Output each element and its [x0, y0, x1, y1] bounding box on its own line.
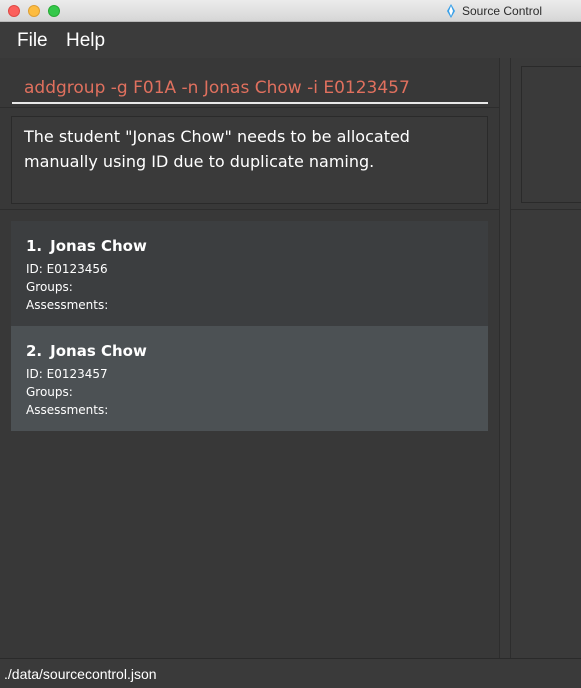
student-name: Jonas Chow	[50, 237, 147, 255]
student-index: 1.	[26, 237, 43, 255]
student-groups: Groups:	[26, 385, 73, 399]
student-list: 1. Jonas Chow ID: E0123456 Groups: Assess…	[0, 210, 500, 658]
main-pane: The student "Jonas Chow" needs to be all…	[0, 58, 500, 658]
student-card-selected[interactable]: 2. Jonas Chow ID: E0123457 Groups: Assess…	[11, 326, 488, 431]
split-pane-divider[interactable]	[500, 58, 510, 658]
window-title: Source Control	[446, 3, 542, 19]
window-title-text: Source Control	[462, 4, 543, 18]
status-bar: ./data/sourcecontrol.json	[0, 658, 581, 688]
close-window-button[interactable]	[8, 5, 20, 17]
menu-file[interactable]: File	[17, 30, 48, 52]
student-name: Jonas Chow	[50, 342, 147, 360]
menu-help[interactable]: Help	[66, 30, 105, 52]
menu-bar: File Help	[0, 22, 581, 58]
student-id: ID: E0123456	[26, 262, 108, 276]
side-panel-box	[521, 66, 581, 203]
side-panel-top	[511, 58, 581, 210]
student-card-title: 1. Jonas Chow	[26, 236, 488, 256]
student-index: 2.	[26, 342, 43, 360]
student-card[interactable]: 1. Jonas Chow ID: E0123456 Groups: Assess…	[11, 221, 488, 326]
result-message: The student "Jonas Chow" needs to be all…	[24, 127, 410, 171]
title-bar: Source Control	[0, 0, 581, 22]
student-id: ID: E0123457	[26, 367, 108, 381]
student-assessments: Assessments:	[26, 298, 109, 312]
result-display-container: The student "Jonas Chow" needs to be all…	[0, 108, 500, 210]
save-location: ./data/sourcecontrol.json	[4, 666, 157, 682]
zoom-window-button[interactable]	[48, 5, 60, 17]
student-groups: Groups:	[26, 280, 73, 294]
command-input[interactable]	[12, 62, 488, 104]
result-display: The student "Jonas Chow" needs to be all…	[11, 116, 488, 204]
minimize-window-button[interactable]	[28, 5, 40, 17]
student-assessments: Assessments:	[26, 403, 109, 417]
student-card-title: 2. Jonas Chow	[26, 341, 488, 361]
side-panel	[510, 58, 581, 658]
command-box	[0, 58, 500, 108]
source-control-app-icon	[447, 4, 455, 18]
